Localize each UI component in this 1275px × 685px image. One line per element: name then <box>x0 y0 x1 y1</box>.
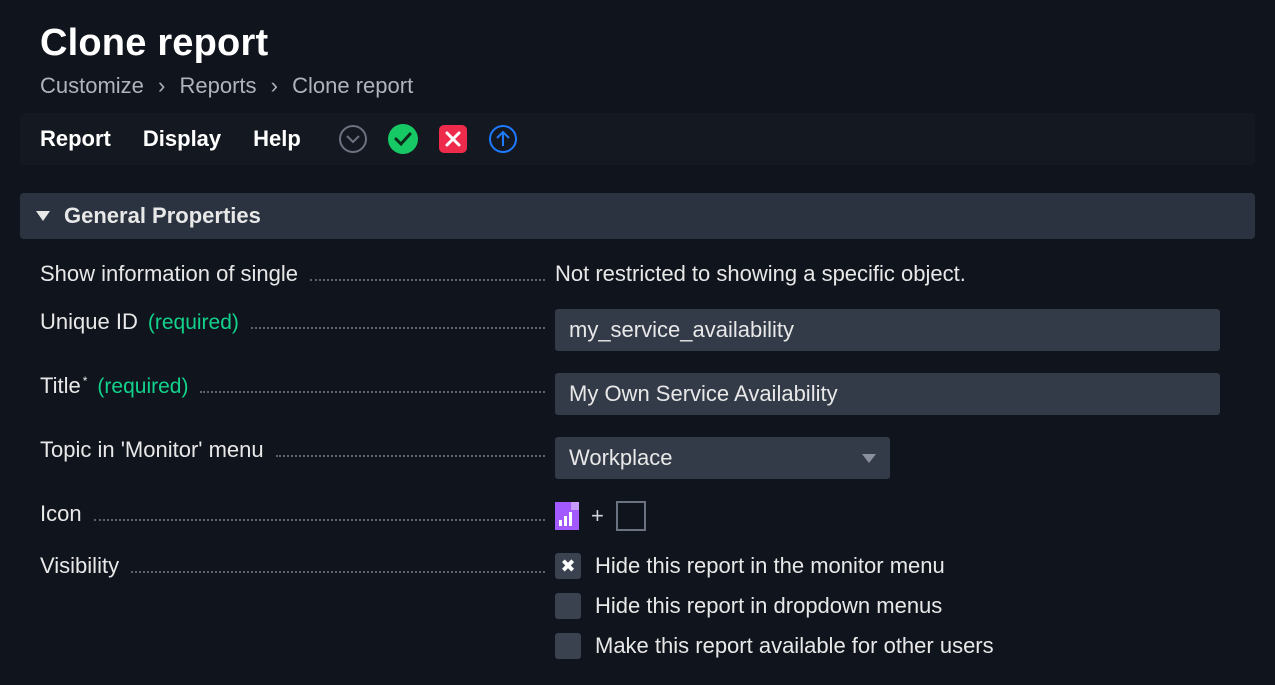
checkbox-icon: ✖ <box>555 553 581 579</box>
check-hide-dropdown[interactable]: Hide this report in dropdown menus <box>555 593 1253 619</box>
dots <box>200 373 545 393</box>
menu-display[interactable]: Display <box>143 126 221 152</box>
input-title[interactable] <box>555 373 1220 415</box>
input-unique-id[interactable] <box>555 309 1220 351</box>
plus-icon: + <box>591 503 604 529</box>
breadcrumb-sep: › <box>271 73 278 98</box>
check-label: Hide this report in the monitor menu <box>595 553 945 579</box>
label-visibility: Visibility <box>40 553 119 579</box>
select-topic-value: Workplace <box>569 445 673 471</box>
breadcrumb-sep: › <box>158 73 165 98</box>
label-show-single: Show information of single <box>40 261 298 287</box>
breadcrumb-customize[interactable]: Customize <box>40 73 144 98</box>
check-label: Make this report available for other use… <box>595 633 994 659</box>
required-marker: (required) <box>97 375 188 399</box>
dots <box>251 309 545 329</box>
dots <box>94 501 545 521</box>
breadcrumb: Customize › Reports › Clone report <box>40 73 1255 99</box>
icon-empty-slot[interactable] <box>616 501 646 531</box>
checkbox-icon <box>555 633 581 659</box>
label-topic: Topic in 'Monitor' menu <box>40 437 264 463</box>
required-marker: (required) <box>148 311 239 335</box>
check-share[interactable]: Make this report available for other use… <box>555 633 1253 659</box>
check-label: Hide this report in dropdown menus <box>595 593 942 619</box>
dots <box>131 553 545 573</box>
label-unique-id: Unique ID <box>40 309 138 335</box>
apply-check-icon[interactable] <box>387 123 419 155</box>
section-title: General Properties <box>64 203 261 229</box>
menu-report[interactable]: Report <box>40 126 111 152</box>
dots <box>276 437 545 457</box>
value-show-single: Not restricted to showing a specific obj… <box>555 261 1253 287</box>
check-hide-monitor[interactable]: ✖ Hide this report in the monitor menu <box>555 553 1253 579</box>
chevron-down-icon <box>862 454 876 463</box>
up-arrow-circle-icon[interactable] <box>487 123 519 155</box>
select-topic[interactable]: Workplace <box>555 437 890 479</box>
section-toggle-general[interactable]: General Properties <box>20 193 1255 239</box>
dropdown-circle-icon[interactable] <box>337 123 369 155</box>
toolbar: Report Display Help <box>20 113 1255 165</box>
page-title: Clone report <box>40 22 1255 65</box>
cancel-x-icon[interactable] <box>437 123 469 155</box>
label-icon: Icon <box>40 501 82 527</box>
triangle-down-icon <box>36 211 50 221</box>
report-file-icon[interactable] <box>555 502 579 530</box>
menu-help[interactable]: Help <box>253 126 301 152</box>
checkbox-icon <box>555 593 581 619</box>
label-title: Title* <box>40 373 87 399</box>
breadcrumb-current: Clone report <box>292 73 413 98</box>
dots <box>310 261 545 281</box>
breadcrumb-reports[interactable]: Reports <box>180 73 257 98</box>
